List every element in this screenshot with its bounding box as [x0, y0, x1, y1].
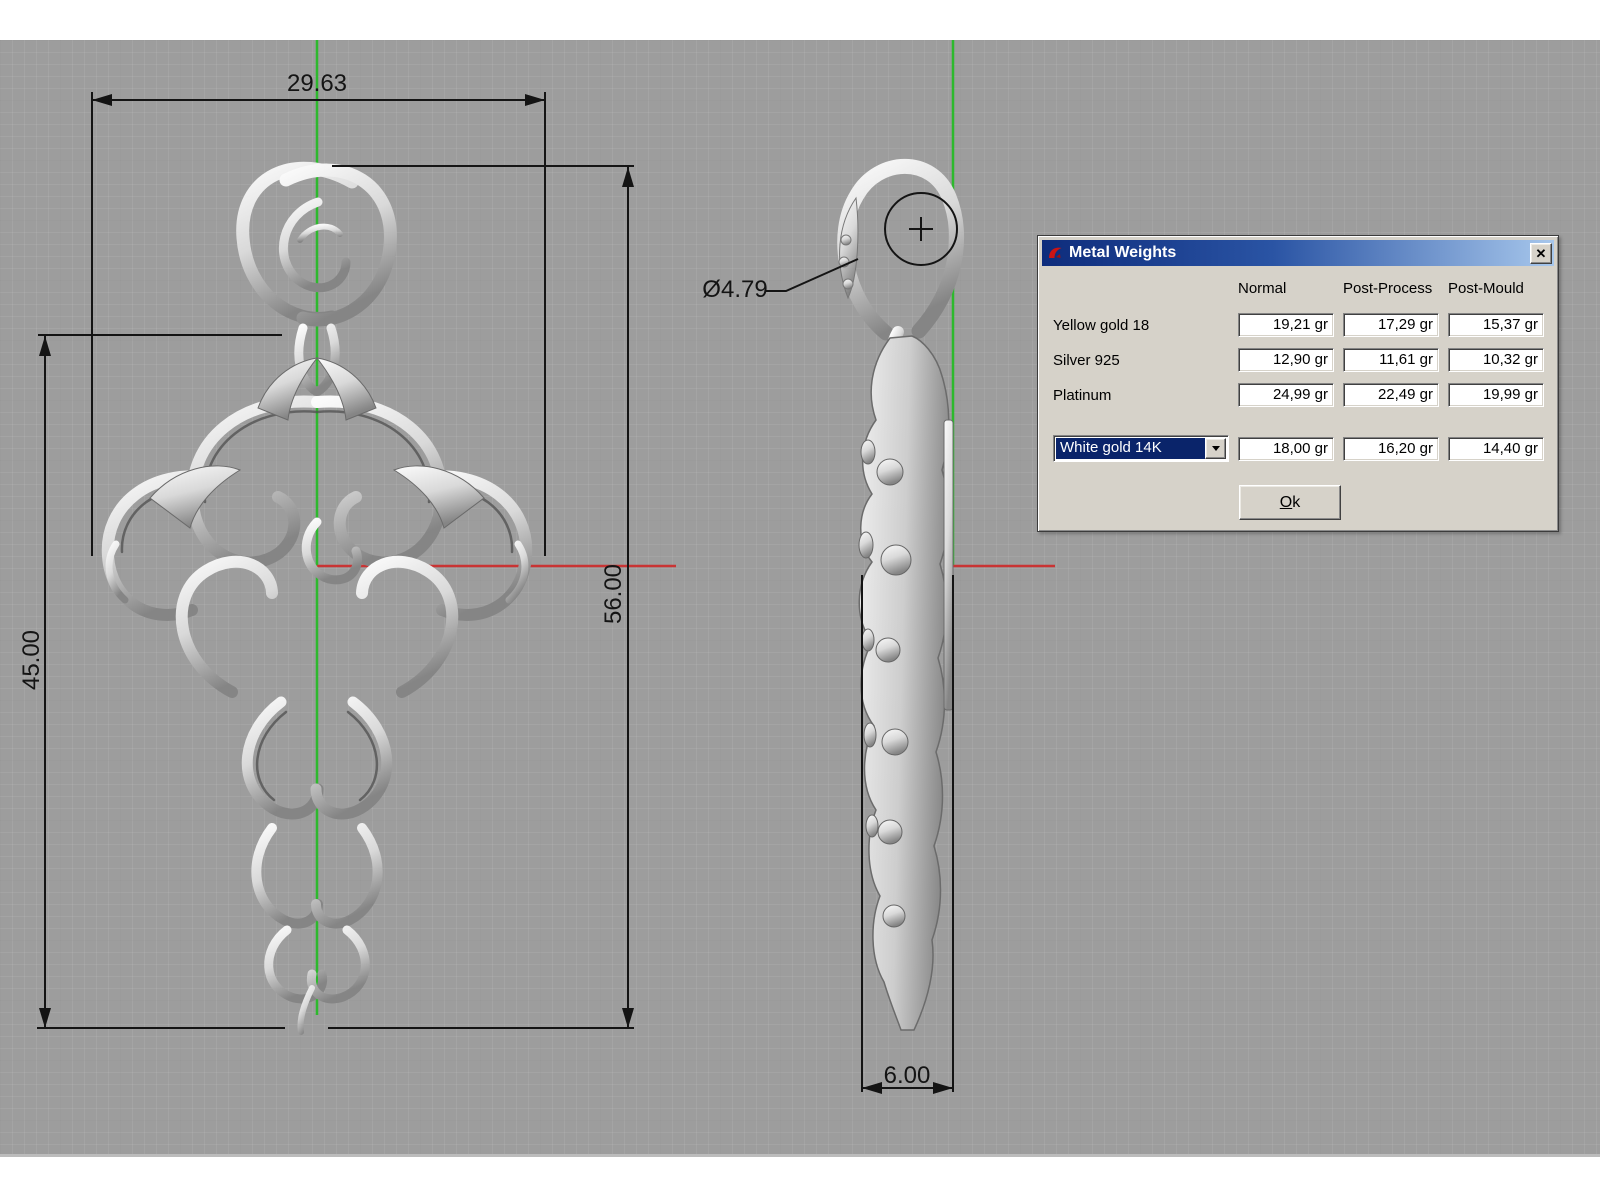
column-header-post-process: Post-Process	[1343, 280, 1433, 297]
close-icon[interactable]: ✕	[1530, 243, 1552, 264]
metal-label-silver-925: Silver 925	[1053, 352, 1120, 369]
rhino-logo-icon	[1049, 247, 1062, 258]
weight-field-platinum-post-mould[interactable]: 19,99 gr	[1448, 383, 1544, 407]
metal-select-dropdown[interactable]: White gold 14K	[1053, 435, 1229, 462]
column-header-normal: Normal	[1238, 280, 1287, 297]
dimension-front-inner-height[interactable]: 45.00	[18, 605, 45, 715]
dropdown-button[interactable]	[1205, 438, 1226, 459]
weight-field-custom-post-process[interactable]: 16,20 gr	[1343, 437, 1439, 461]
dimension-front-total-height[interactable]: 56.00	[600, 539, 627, 649]
dialog-title: Metal Weights	[1069, 244, 1177, 261]
top-margin	[0, 0, 1600, 40]
weight-field-platinum-normal[interactable]: 24,99 gr	[1238, 383, 1334, 407]
cad-application-window: 29.63 45.00 56.00 Ø4.79 6.00 Metal Weigh…	[0, 0, 1600, 1200]
metal-label-platinum: Platinum	[1053, 387, 1112, 404]
weight-field-yellow-gold-post-mould[interactable]: 15,37 gr	[1448, 313, 1544, 337]
bottom-margin	[0, 1157, 1600, 1200]
weight-field-platinum-post-process[interactable]: 22,49 gr	[1343, 383, 1439, 407]
metal-select-value: White gold 14K	[1056, 438, 1207, 459]
metal-label-yellow-gold-18: Yellow gold 18	[1053, 317, 1150, 334]
ok-label-initial: O	[1279, 493, 1293, 511]
column-header-post-mould: Post-Mould	[1448, 280, 1524, 297]
weight-field-custom-post-mould[interactable]: 14,40 gr	[1448, 437, 1544, 461]
weight-field-silver-normal[interactable]: 12,90 gr	[1238, 348, 1334, 372]
weight-field-silver-post-mould[interactable]: 10,32 gr	[1448, 348, 1544, 372]
weight-field-custom-normal[interactable]: 18,00 gr	[1238, 437, 1334, 461]
dimension-bail-hole-diameter[interactable]: Ø4.79	[680, 278, 790, 302]
weight-field-silver-post-process[interactable]: 11,61 gr	[1343, 348, 1439, 372]
cad-viewport[interactable]	[0, 40, 1600, 1157]
weight-field-yellow-gold-post-process[interactable]: 17,29 gr	[1343, 313, 1439, 337]
metal-weights-dialog: Metal Weights ✕ Normal Post-Process Post…	[1037, 235, 1559, 532]
dimension-front-width[interactable]: 29.63	[262, 72, 372, 96]
ok-button[interactable]: Ok	[1239, 485, 1341, 520]
dimension-side-thickness[interactable]: 6.00	[852, 1064, 962, 1088]
ok-label-rest: k	[1292, 493, 1301, 511]
dialog-titlebar[interactable]: Metal Weights ✕	[1042, 240, 1554, 266]
weight-field-yellow-gold-normal[interactable]: 19,21 gr	[1238, 313, 1334, 337]
chevron-down-icon	[1211, 446, 1220, 451]
